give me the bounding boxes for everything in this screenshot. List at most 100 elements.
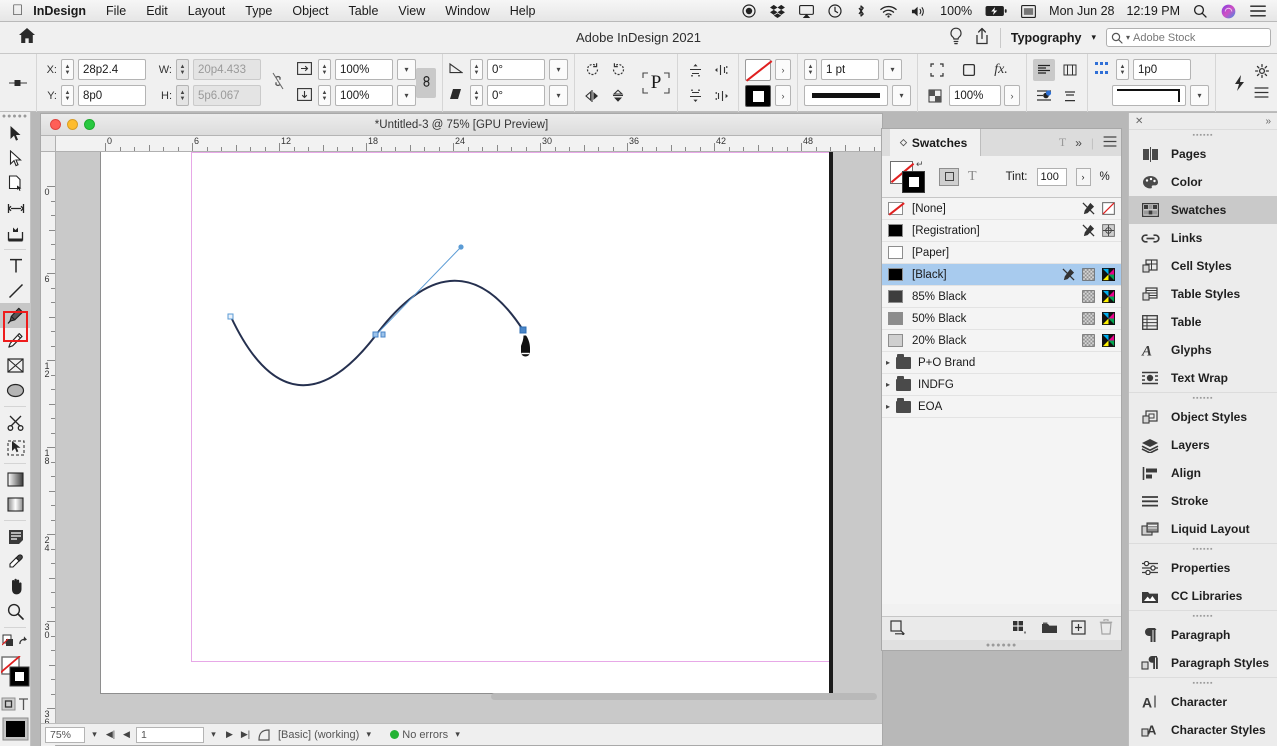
dock-group-grip[interactable]: ▪▪▪▪▪▪ (1129, 392, 1277, 403)
preflight-dropdown[interactable]: ▾ (362, 727, 375, 743)
shear-field[interactable]: 0° (487, 85, 545, 106)
tab-swatches[interactable]: ◇ Swatches (890, 129, 982, 156)
menu-window[interactable]: Window (435, 0, 499, 22)
menu-layout[interactable]: Layout (178, 0, 236, 22)
swatch-row[interactable]: [Paper] (882, 242, 1121, 264)
swatches-list[interactable]: [None] [Registration] [Paper] [Black] 85% Bl… (882, 198, 1121, 604)
opacity-icon[interactable] (924, 85, 946, 107)
h-field[interactable]: 5p6.067 (193, 85, 261, 106)
dock-group-grip[interactable]: ▪▪▪▪▪▪ (1129, 677, 1277, 688)
new-swatch-icon[interactable] (1071, 619, 1086, 638)
rotate-dropdown[interactable]: ▾ (549, 59, 568, 80)
dock-item-glyphs[interactable]: A Glyphs (1129, 336, 1277, 364)
dock-group-grip[interactable]: ▪▪▪▪▪▪ (1129, 129, 1277, 140)
horizontal-ruler[interactable]: 06121824303642485 (56, 136, 884, 152)
flip-vertical-icon[interactable] (607, 85, 629, 107)
menu-edit[interactable]: Edit (136, 0, 178, 22)
y-stepper[interactable]: ▲ ▼ (61, 85, 74, 106)
stroke-style-dropdown[interactable]: ▾ (892, 85, 911, 106)
text-wrap-icon[interactable] (1033, 85, 1055, 107)
dock-item-text-wrap[interactable]: Text Wrap (1129, 364, 1277, 392)
chevron-right-icon[interactable]: ▸ (886, 402, 896, 411)
rotate-clockwise-icon[interactable] (581, 59, 603, 81)
frame-icon[interactable] (958, 59, 980, 81)
ellipse-tool[interactable] (0, 378, 31, 403)
double-chevron-right-icon[interactable]: » (1075, 136, 1082, 150)
prev-page-icon[interactable]: ◀ (120, 727, 133, 743)
zoom-level-field[interactable]: 75% (45, 726, 85, 743)
page-turn-icon[interactable] (255, 727, 272, 743)
rotate-counterclockwise-icon[interactable] (607, 59, 629, 81)
control-center-icon[interactable] (1243, 5, 1273, 17)
menu-object[interactable]: Object (282, 0, 338, 22)
menu-indesign[interactable]: InDesign (23, 0, 96, 22)
dock-item-links[interactable]: Links (1129, 224, 1277, 252)
dock-item-pages[interactable]: Pages (1129, 140, 1277, 168)
fill-black-icon[interactable] (745, 84, 771, 107)
hamburger-icon[interactable] (1254, 87, 1269, 101)
wifi-icon[interactable] (873, 5, 904, 18)
free-transform-tool[interactable] (0, 435, 31, 460)
w-stepper[interactable]: ▲ ▼ (176, 59, 189, 80)
menu-help[interactable]: Help (500, 0, 546, 22)
dock-item-align[interactable]: Align (1129, 459, 1277, 487)
panel-menu-icon[interactable] (1103, 135, 1117, 150)
vertical-ruler[interactable]: 061218243036 (41, 152, 56, 746)
zoom-tool[interactable] (0, 599, 31, 624)
type-tool[interactable] (0, 253, 31, 278)
airplay-icon[interactable] (792, 4, 821, 18)
align-bottom-distribute-icon[interactable] (684, 85, 706, 107)
tint-field[interactable]: 100 (1036, 167, 1067, 186)
menu-view[interactable]: View (388, 0, 435, 22)
swatches-panel-resize-grip[interactable]: ●●●●●● (882, 640, 1121, 650)
eyedropper-tool[interactable] (0, 549, 31, 574)
line-tool[interactable] (0, 278, 31, 303)
gear-icon[interactable] (1254, 63, 1269, 81)
fill-stroke-proxy-icon[interactable] (0, 653, 31, 693)
shear-stepper[interactable]: ▲ ▼ (470, 85, 483, 106)
scissors-tool[interactable] (0, 410, 31, 435)
dock-item-cell-styles[interactable]: Cell Styles (1129, 252, 1277, 280)
reference-point-icon[interactable] (6, 78, 30, 88)
dock-item-layers[interactable]: Layers (1129, 431, 1277, 459)
pencil-tool[interactable] (0, 328, 31, 353)
pen-tool[interactable] (0, 303, 31, 328)
share-icon[interactable] (974, 27, 990, 49)
siri-icon[interactable] (1214, 4, 1243, 19)
stroke-weight-stepper[interactable]: ▲ ▼ (804, 59, 817, 80)
gap-tool[interactable] (0, 196, 31, 221)
new-color-group-icon[interactable] (1012, 620, 1028, 637)
align-top-distribute-icon[interactable] (684, 59, 706, 81)
new-swatch-group-icon[interactable] (1041, 621, 1058, 637)
shear-dropdown[interactable]: ▾ (549, 85, 568, 106)
bluetooth-icon[interactable] (849, 4, 873, 18)
note-tool[interactable] (0, 524, 31, 549)
dock-item-table-styles[interactable]: Table Styles (1129, 280, 1277, 308)
stroke-swatch-dropdown[interactable]: › (775, 59, 791, 80)
stroke-preview-dropdown[interactable]: ▾ (1190, 85, 1209, 106)
chevron-right-icon[interactable]: ▸ (886, 358, 896, 367)
dock-item-properties[interactable]: Properties (1129, 554, 1277, 582)
formatting-affects-container-text[interactable] (0, 693, 31, 715)
type-t-icon[interactable]: T (1059, 135, 1066, 150)
dropbox-icon[interactable] (763, 4, 792, 18)
x-stepper[interactable]: ▲ ▼ (61, 59, 74, 80)
dock-item-object-styles[interactable]: Object Styles (1129, 403, 1277, 431)
vertical-align-icon[interactable] (1059, 85, 1081, 107)
apple-icon[interactable]:  (12, 3, 23, 18)
rectangle-frame-tool[interactable] (0, 353, 31, 378)
errors-dropdown[interactable]: ▾ (451, 727, 464, 743)
dock-item-swatches[interactable]: Swatches (1129, 196, 1277, 224)
align-right-distribute-icon[interactable] (710, 85, 732, 107)
hand-tool[interactable] (0, 574, 31, 599)
dock-item-table[interactable]: Table (1129, 308, 1277, 336)
broken-link-icon[interactable] (271, 71, 285, 94)
horizontal-scrollbar[interactable] (486, 692, 882, 701)
lightbulb-icon[interactable] (948, 27, 964, 49)
container-format-icon[interactable] (939, 167, 959, 186)
swatch-row[interactable]: [Black] (882, 264, 1121, 286)
solid-stroke-icon[interactable] (804, 85, 888, 106)
page-number-dropdown[interactable]: ▾ (207, 727, 220, 743)
close-icon[interactable]: ✕ (1135, 116, 1143, 127)
bezier-path-artwork[interactable] (56, 152, 882, 723)
